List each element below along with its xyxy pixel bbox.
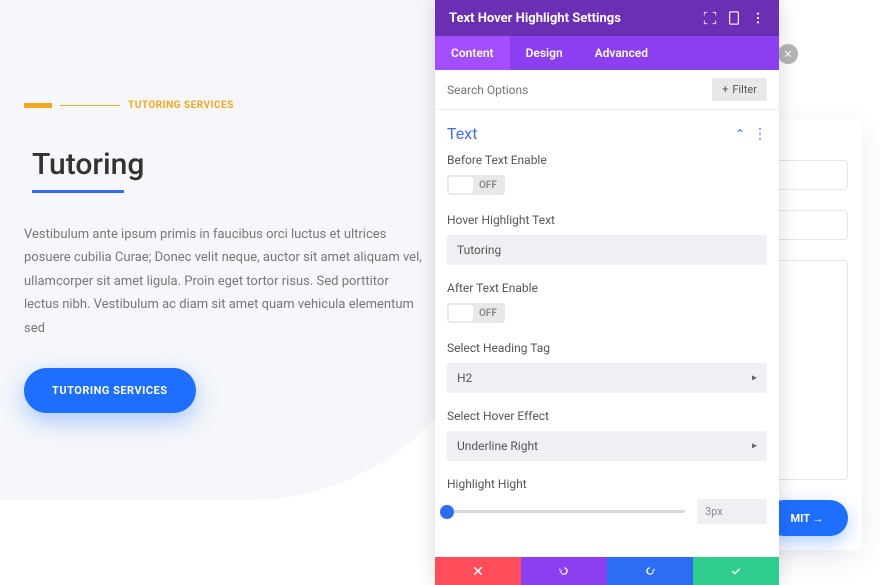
field-hover-effect: Select Hover Effect ▸ bbox=[447, 409, 767, 461]
settings-panel: Text Hover Highlight Settings Content De… bbox=[435, 0, 779, 585]
chevron-up-icon: ⌃ bbox=[735, 127, 745, 141]
filter-button[interactable]: + Filter bbox=[712, 78, 767, 101]
eyebrow-text: TUTORING SERVICES bbox=[128, 100, 234, 111]
field-heading-tag: Select Heading Tag ▸ bbox=[447, 341, 767, 393]
panel-title: Text Hover Highlight Settings bbox=[449, 11, 693, 26]
field-after-enable: After Text Enable OFF bbox=[447, 281, 767, 325]
input-highlight-text[interactable] bbox=[447, 235, 767, 265]
toggle-knob bbox=[449, 305, 473, 321]
field-before-enable: Before Text Enable OFF bbox=[447, 153, 767, 197]
value-highlight-height[interactable] bbox=[697, 499, 767, 524]
label-highlight-height: Highlight Hight bbox=[447, 477, 767, 491]
toggle-before-enable[interactable]: OFF bbox=[447, 175, 505, 195]
section-link-header[interactable]: Link ⌄ bbox=[447, 540, 767, 557]
section-text-title: Text bbox=[447, 124, 735, 143]
section-link-title: Link bbox=[447, 554, 757, 557]
label-after-enable: After Text Enable bbox=[447, 281, 767, 295]
section-text-header[interactable]: Text ⌃ ⋮ bbox=[447, 110, 767, 153]
label-hover-effect: Select Hover Effect bbox=[447, 409, 767, 423]
plus-icon: + bbox=[722, 83, 728, 96]
label-highlight-text: Hover Highlight Text bbox=[447, 213, 767, 227]
field-highlight-height: Highlight Hight bbox=[447, 477, 767, 524]
eyebrow-line bbox=[60, 105, 120, 106]
toggle-state: OFF bbox=[473, 180, 503, 191]
tab-advanced[interactable]: Advanced bbox=[579, 36, 664, 70]
body-text: Vestibulum ante ipsum primis in faucibus… bbox=[24, 223, 424, 340]
cancel-button[interactable] bbox=[435, 557, 521, 585]
field-highlight-text: Hover Highlight Text bbox=[447, 213, 767, 265]
search-input[interactable] bbox=[447, 79, 704, 101]
panel-titlebar: Text Hover Highlight Settings bbox=[435, 0, 779, 36]
save-button[interactable] bbox=[693, 557, 779, 585]
undo-button[interactable] bbox=[521, 557, 607, 585]
select-hover-effect[interactable] bbox=[447, 431, 767, 461]
panel-body[interactable]: Text ⌃ ⋮ Before Text Enable OFF Hover Hi… bbox=[435, 110, 779, 557]
panel-footer bbox=[435, 557, 779, 585]
search-row: + Filter bbox=[435, 70, 779, 110]
expand-icon[interactable] bbox=[703, 11, 717, 25]
filter-label: Filter bbox=[732, 83, 757, 96]
redo-button[interactable] bbox=[607, 557, 693, 585]
cta-button[interactable]: TUTORING SERVICES bbox=[24, 368, 196, 413]
section-dots-icon[interactable]: ⋮ bbox=[753, 126, 767, 142]
select-heading-tag[interactable] bbox=[447, 363, 767, 393]
tab-content[interactable]: Content bbox=[435, 36, 510, 70]
tablet-icon[interactable] bbox=[727, 11, 741, 25]
panel-tabs: Content Design Advanced bbox=[435, 36, 779, 70]
slider-highlight-height[interactable] bbox=[447, 510, 685, 513]
heading-underline bbox=[32, 190, 124, 193]
dots-icon[interactable] bbox=[751, 11, 765, 25]
label-before-enable: Before Text Enable bbox=[447, 153, 767, 167]
chevron-down-icon: ⌄ bbox=[757, 557, 767, 558]
tab-design[interactable]: Design bbox=[510, 36, 579, 70]
toggle-state: OFF bbox=[473, 308, 503, 319]
label-heading-tag: Select Heading Tag bbox=[447, 341, 767, 355]
toggle-knob bbox=[449, 177, 473, 193]
slider-thumb[interactable] bbox=[440, 505, 454, 519]
toggle-after-enable[interactable]: OFF bbox=[447, 303, 505, 323]
close-icon[interactable]: ✕ bbox=[778, 44, 798, 64]
eyebrow-bar bbox=[24, 103, 52, 108]
